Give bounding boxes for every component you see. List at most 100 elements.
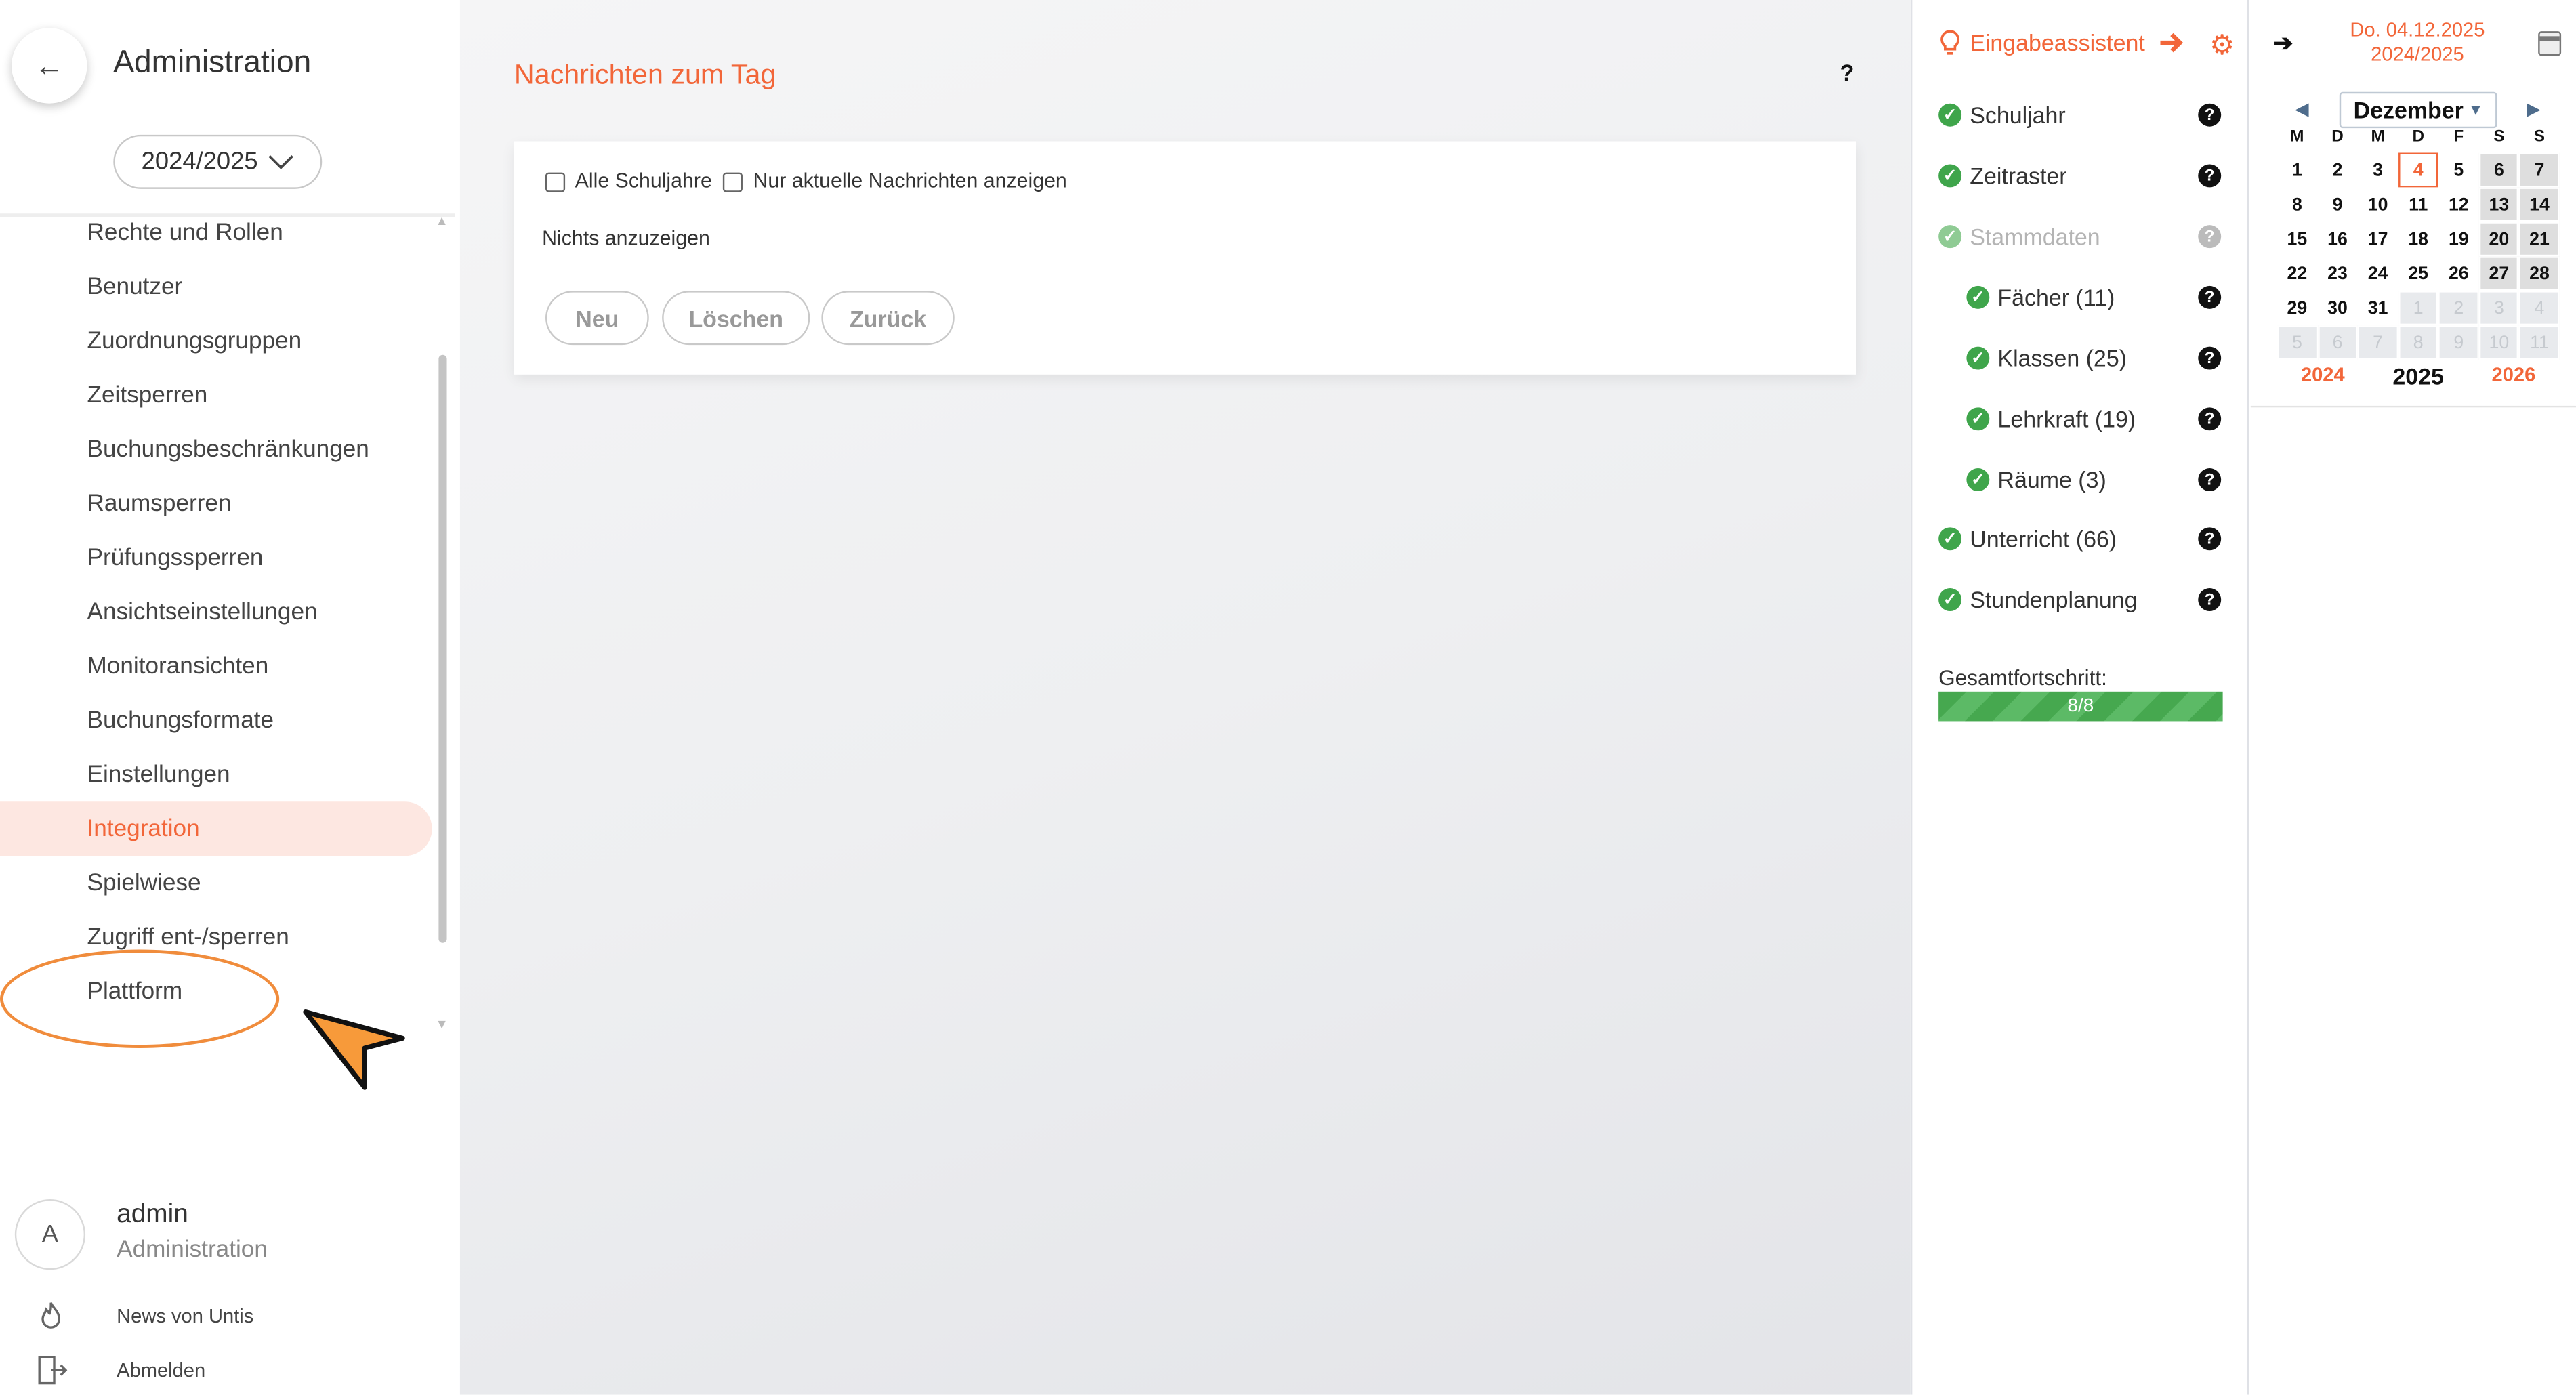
wizard-item[interactable]: ✓ Klassen (25) — [1966, 341, 2127, 374]
calendar-day[interactable]: 11 — [2519, 325, 2560, 360]
sidebar-item-raumsperren[interactable]: Raumsperren — [0, 476, 432, 530]
calendar-day[interactable]: 27 — [2478, 256, 2520, 291]
help-circle-icon[interactable]: ? — [2198, 468, 2222, 491]
calendar-day[interactable]: 10 — [2357, 187, 2398, 222]
sidebar-item-zugriff-ent-sperren[interactable]: Zugriff ent-/sperren — [0, 910, 432, 964]
sidebar-item-monitoransichten[interactable]: Monitoransichten — [0, 639, 432, 693]
next-month-icon[interactable]: ▶ — [2527, 98, 2541, 120]
calendar-day[interactable]: 2 — [2317, 152, 2358, 188]
calendar-day[interactable]: 6 — [2317, 325, 2358, 360]
wizard-item[interactable]: ✓ Fächer (11) — [1966, 281, 2115, 314]
calendar-day[interactable]: 6 — [2478, 152, 2520, 188]
calendar-day[interactable]: 12 — [2438, 187, 2479, 222]
calendar-day[interactable]: 19 — [2438, 222, 2479, 257]
sidebar-item-spielwiese[interactable]: Spielwiese — [0, 856, 432, 910]
wizard-item[interactable]: ✓ Lehrkraft (19) — [1966, 402, 2136, 435]
sidebar-item-ansichtseinstellungen[interactable]: Ansichtseinstellungen — [0, 585, 432, 639]
avatar[interactable]: A — [14, 1199, 86, 1270]
calendar-day[interactable]: 5 — [2277, 325, 2318, 360]
calendar-day[interactable]: 21 — [2519, 222, 2560, 257]
logout-link[interactable]: Abmelden — [33, 1352, 205, 1388]
all-years-checkbox[interactable] — [545, 172, 566, 192]
calendar-day[interactable]: 22 — [2277, 256, 2318, 291]
new-button[interactable]: Neu — [545, 291, 649, 346]
calendar-day[interactable]: 8 — [2398, 325, 2439, 360]
scroll-up-icon[interactable]: ▲ — [436, 213, 449, 228]
help-circle-icon[interactable]: ? — [2198, 527, 2222, 551]
calendar-day[interactable]: 10 — [2478, 325, 2520, 360]
news-link[interactable]: News von Untis — [33, 1298, 253, 1334]
help-circle-icon[interactable]: ? — [2198, 588, 2222, 611]
help-circle-icon[interactable]: ? — [2198, 103, 2222, 127]
calendar-day[interactable]: 11 — [2398, 187, 2439, 222]
calendar-day[interactable]: 25 — [2398, 256, 2439, 291]
sidebar-item-integration[interactable]: Integration — [0, 801, 432, 856]
calendar-day[interactable]: 8 — [2277, 187, 2318, 222]
calendar-day[interactable]: 7 — [2519, 152, 2560, 188]
help-circle-icon[interactable]: ? — [2198, 225, 2222, 249]
calendar-day[interactable]: 3 — [2357, 152, 2398, 188]
calendar-day[interactable]: 14 — [2519, 187, 2560, 222]
calendar-day[interactable]: 1 — [2398, 291, 2439, 326]
current-only-checkbox[interactable] — [723, 172, 743, 192]
sidebar-item-buchungsformate[interactable]: Buchungsformate — [0, 693, 432, 747]
calendar-day[interactable]: 4 — [2519, 291, 2560, 326]
calendar-day[interactable]: 18 — [2398, 222, 2439, 257]
calendar-day[interactable]: 1 — [2277, 152, 2318, 188]
calendar-day[interactable]: 9 — [2317, 187, 2358, 222]
sidebar-item-zeitsperren[interactable]: Zeitsperren — [0, 368, 432, 422]
year-option[interactable]: 2024 — [2301, 363, 2345, 390]
school-year-select[interactable]: 2024/2025 — [113, 134, 323, 189]
back-nav-button[interactable]: Zurück — [821, 291, 955, 346]
calendar-day[interactable]: 5 — [2438, 152, 2479, 188]
sidebar-item-zuordnungsgruppen[interactable]: Zuordnungsgruppen — [0, 314, 432, 368]
help-icon[interactable]: ? — [1840, 59, 1854, 85]
gear-icon[interactable]: ⚙ — [2209, 30, 2235, 62]
wizard-header[interactable]: Eingabeassistent — [1938, 30, 2184, 56]
month-select[interactable]: Dezember ▼ — [2339, 91, 2497, 129]
calendar-day[interactable]: 20 — [2478, 222, 2520, 257]
sidebar-item-prüfungssperren[interactable]: Prüfungssperren — [0, 530, 432, 585]
wizard-item[interactable]: ✓ Schuljahr — [1938, 98, 2066, 131]
back-button[interactable]: ← — [11, 28, 87, 104]
help-circle-icon[interactable]: ? — [2198, 285, 2222, 309]
current-date[interactable]: Do. 04.12.2025 2024/2025 — [2325, 18, 2510, 68]
calendar-day[interactable]: 13 — [2478, 187, 2520, 222]
calendar-day[interactable]: 23 — [2317, 256, 2358, 291]
calendar-day[interactable]: 31 — [2357, 291, 2398, 326]
year-option[interactable]: 2025 — [2392, 363, 2444, 390]
calendar-day[interactable]: 15 — [2277, 222, 2318, 257]
calendar-day[interactable]: 3 — [2478, 291, 2520, 326]
year-option[interactable]: 2026 — [2492, 363, 2536, 390]
calendar-day[interactable]: 2 — [2438, 291, 2479, 326]
wizard-item-label: Klassen (25) — [1997, 345, 2127, 371]
calendar-day[interactable]: 28 — [2519, 256, 2560, 291]
calendar-day[interactable]: 9 — [2438, 325, 2479, 360]
calendar-day[interactable]: 17 — [2357, 222, 2398, 257]
wizard-item[interactable]: ✓ Zeitraster — [1938, 159, 2067, 192]
sidebar-item-buchungsbeschränkungen[interactable]: Buchungsbeschränkungen — [0, 422, 432, 476]
calendar-day[interactable]: 24 — [2357, 256, 2398, 291]
sidebar-item-einstellungen[interactable]: Einstellungen — [0, 747, 432, 801]
calendar-day[interactable]: 26 — [2438, 256, 2479, 291]
calendar-day[interactable]: 30 — [2317, 291, 2358, 326]
calendar-day[interactable]: 7 — [2357, 325, 2398, 360]
wizard-item[interactable]: ✓ Unterricht (66) — [1938, 522, 2117, 555]
prev-month-icon[interactable]: ◀ — [2295, 98, 2309, 120]
calendar-icon[interactable] — [2538, 31, 2562, 56]
help-circle-icon[interactable]: ? — [2198, 346, 2222, 370]
delete-button[interactable]: Löschen — [662, 291, 810, 346]
sidebar-scrollbar[interactable] — [438, 354, 447, 943]
help-circle-icon[interactable]: ? — [2198, 164, 2222, 188]
wizard-item[interactable]: ✓ Stundenplanung — [1938, 583, 2138, 616]
arrow-right-icon[interactable]: ➔ — [2274, 30, 2293, 58]
help-circle-icon[interactable]: ? — [2198, 407, 2222, 431]
sidebar-item-benutzer[interactable]: Benutzer — [0, 259, 432, 314]
calendar-day[interactable]: 4 — [2398, 152, 2439, 188]
scroll-down-icon[interactable]: ▼ — [436, 1017, 449, 1032]
calendar-day[interactable]: 29 — [2277, 291, 2318, 326]
wizard-item[interactable]: ✓ Räume (3) — [1966, 463, 2106, 496]
wizard-item[interactable]: ✓ Stammdaten — [1938, 220, 2100, 253]
calendar-day[interactable]: 16 — [2317, 222, 2358, 257]
sidebar-item-rechte-und-rollen[interactable]: Rechte und Rollen — [0, 205, 432, 259]
